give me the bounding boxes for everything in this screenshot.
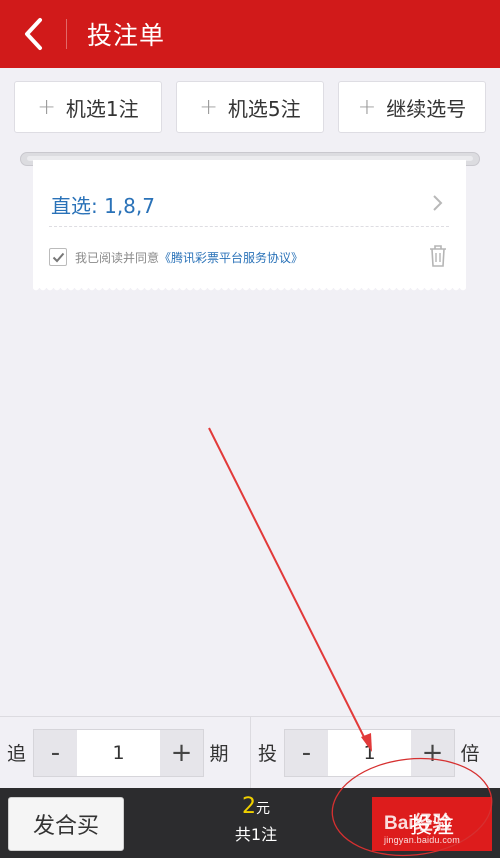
group-buy-button[interactable]: 发合买 <box>8 797 124 851</box>
annotation-arrow-line <box>208 427 369 746</box>
bet-ticket: 直选: 1,8,7 我已阅读并同意 《腾讯彩票平台服务协议》 <box>33 160 466 293</box>
random-5-label: 机选5注 <box>227 96 301 121</box>
random-1-label: 机选1注 <box>65 96 139 121</box>
agreement-row: 我已阅读并同意 《腾讯彩票平台服务协议》 <box>49 242 452 272</box>
watermark-brand: Bai经验 <box>384 813 452 834</box>
chase-plus-button[interactable]: + <box>160 729 203 776</box>
chase-label: 追 <box>6 743 26 765</box>
baidu-watermark: Bai经验 jingyan.baidu.com <box>384 808 496 854</box>
bet-summary: 2元 共1注 <box>186 794 326 845</box>
trash-icon[interactable] <box>428 244 448 268</box>
plus-icon: + <box>37 94 56 120</box>
price-currency: 元 <box>256 801 270 817</box>
continue-pick-label: 继续选号 <box>386 96 467 121</box>
multiple-control: 投 - 1 + 倍 <box>250 717 500 788</box>
multiple-value-input[interactable]: 1 <box>328 729 411 776</box>
page-title: 投注单 <box>87 21 166 50</box>
chase-stepper: - 1 + <box>33 728 204 777</box>
bet-selection: 直选: 1,8,7 <box>51 193 155 218</box>
agreement-checkbox[interactable] <box>49 248 67 266</box>
multiple-plus-button[interactable]: + <box>411 729 454 776</box>
chase-value-input[interactable]: 1 <box>77 729 160 776</box>
header-divider <box>66 19 67 49</box>
chevron-left-icon <box>25 18 42 50</box>
watermark-url: jingyan.baidu.com <box>384 835 460 845</box>
price-amount: 2 <box>242 794 256 819</box>
plus-icon: + <box>199 94 218 120</box>
quick-pick-row: + 机选1注 + 机选5注 + 继续选号 <box>14 81 486 133</box>
plus-icon: + <box>357 94 377 120</box>
multiple-minus-button[interactable]: - <box>285 729 328 776</box>
continue-pick-button[interactable]: + 继续选号 <box>338 81 486 133</box>
chase-control: 追 - 1 + 期 <box>0 717 250 788</box>
multiple-stepper: - 1 + <box>284 728 455 777</box>
ticket-divider <box>49 226 449 227</box>
app-header: 投注单 <box>0 0 500 68</box>
multiple-label: 投 <box>257 743 277 765</box>
chase-unit: 期 <box>209 743 229 765</box>
bet-count: 共1注 <box>234 825 278 844</box>
multiple-unit: 倍 <box>460 743 480 765</box>
agreement-text: 我已阅读并同意 <box>75 250 160 265</box>
checkmark-icon <box>52 252 64 262</box>
bet-controls-bar: 追 - 1 + 期 投 - 1 + 倍 <box>0 716 500 788</box>
random-5-button[interactable]: + 机选5注 <box>176 81 324 133</box>
chase-minus-button[interactable]: - <box>34 729 77 776</box>
random-1-button[interactable]: + 机选1注 <box>14 81 162 133</box>
back-button[interactable] <box>0 0 66 68</box>
chevron-right-icon <box>433 195 443 211</box>
price-line: 2元 <box>186 794 326 819</box>
agreement-link[interactable]: 《腾讯彩票平台服务协议》 <box>159 249 303 266</box>
